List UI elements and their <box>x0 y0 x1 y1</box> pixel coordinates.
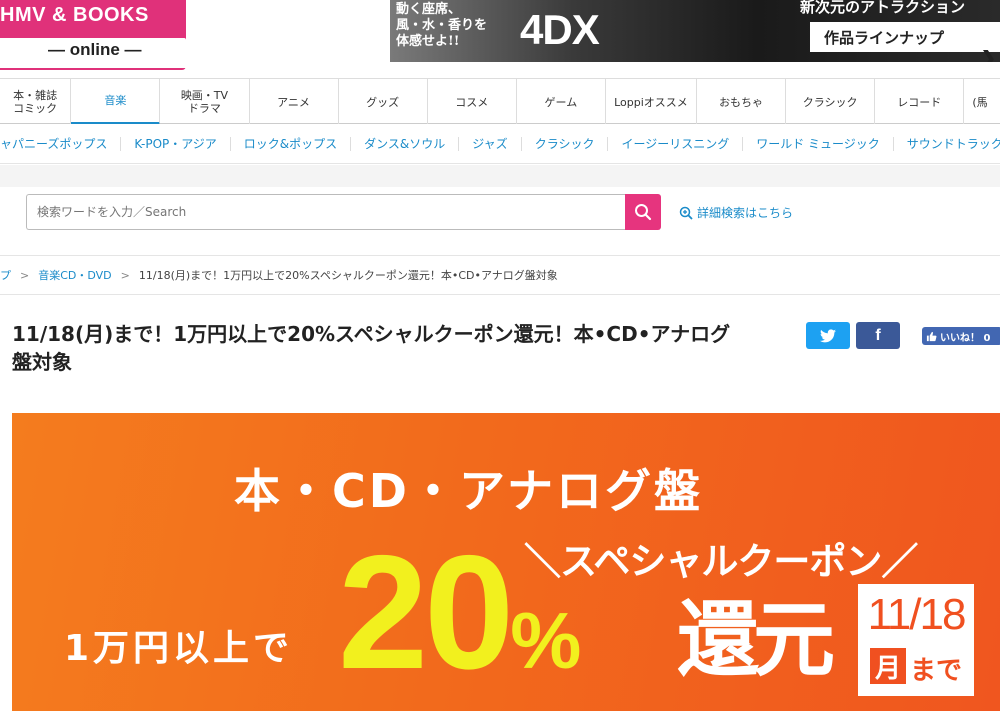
subnav-item-easy-listening[interactable]: イージーリスニング <box>608 136 744 151</box>
facebook-like-button[interactable]: いいね！ 0 <box>922 327 1000 345</box>
site-logo[interactable]: HMV & BOOKS — online — <box>0 0 186 70</box>
twitter-share-button[interactable] <box>806 322 850 349</box>
subnav-item-jpop[interactable]: ャパニーズポップス <box>0 136 122 151</box>
banner-date: 11/18 <box>867 590 967 639</box>
chevron-right-icon: ❯ <box>980 48 996 62</box>
subnav-item-soundtrack[interactable]: サウンドトラック <box>894 137 1000 151</box>
search-button[interactable] <box>625 194 661 230</box>
subnav-item-world[interactable]: ワールド ミュージック <box>743 136 894 151</box>
search-input[interactable] <box>26 194 625 230</box>
breadcrumb: プ > 音楽CD・DVD > 11/18(月)まで！1万円以上で20%スペシャル… <box>0 255 1000 295</box>
nav-label: ゲーム <box>544 95 578 109</box>
advanced-search-label: 詳細検索はこちら <box>697 206 794 220</box>
banner-until: まで <box>910 656 963 686</box>
ad-text-line3: 体感せよ!! <box>396 34 460 49</box>
breadcrumb-separator: > <box>120 268 130 282</box>
search-bar: 詳細検索はこちら <box>0 187 1000 237</box>
banner-weekday: 月 <box>870 648 906 684</box>
banner-percent: 20% <box>338 528 581 711</box>
twitter-icon <box>820 328 836 342</box>
search-icon <box>635 204 652 221</box>
banner-return-text: 還元 <box>677 593 835 688</box>
nav-item-classical[interactable]: クラシック <box>786 79 876 125</box>
nav-item-books[interactable]: 本・雑誌 コミック <box>0 79 72 125</box>
page-title: 11/18(月)まで！1万円以上で20%スペシャルクーポン還元！本•CD•アナロ… <box>12 322 731 374</box>
nav-item-music[interactable]: 音楽 <box>71 79 161 125</box>
nav-label: Loppiオススメ <box>614 95 688 109</box>
banner-percent-sign: % <box>510 596 581 685</box>
thumbs-up-icon <box>926 331 937 341</box>
subnav-item-jazz[interactable]: ジャズ <box>459 136 522 151</box>
ad-text-line2: 風・水・香りを <box>396 18 488 33</box>
section-divider <box>0 165 1000 187</box>
ad-text-line1: 動く座席、 <box>396 2 462 17</box>
facebook-icon: f <box>875 326 881 344</box>
nav-item-movies[interactable]: 映画・TV ドラマ <box>160 79 250 125</box>
breadcrumb-item-music[interactable]: 音楽CD・DVD <box>38 267 111 283</box>
subnav-item-rock[interactable]: ロック&ポップス <box>231 136 352 151</box>
subnav-item-kpop[interactable]: K-POP・アジア <box>121 136 231 151</box>
logo-text: HMV & BOOKS <box>0 4 149 26</box>
nav-label: レコード <box>897 95 942 109</box>
site-header: HMV & BOOKS — online — 動く座席、 風・水・香りを 体感せ… <box>0 0 1000 78</box>
nav-label: グッズ <box>366 95 400 109</box>
nav-item-goods[interactable]: グッズ <box>339 79 428 125</box>
zoom-in-icon <box>679 206 693 220</box>
ad-lineup-label: 作品ラインナップ <box>824 29 945 47</box>
logo-subtext: — online — <box>48 40 142 59</box>
like-label: いいね！ 0 <box>940 332 991 344</box>
ad-lineup-button[interactable]: 作品ラインナップ ❯ <box>810 22 1000 62</box>
nav-item-games[interactable]: ゲーム <box>517 79 606 125</box>
nav-item-toys[interactable]: おもちゃ <box>697 79 787 125</box>
nav-label: アニメ <box>277 95 310 109</box>
ad-brand: 4DX <box>520 6 600 53</box>
banner-percent-number: 20 <box>338 522 514 703</box>
nav-label: (馬 <box>972 95 988 109</box>
breadcrumb-separator: > <box>20 268 30 282</box>
breadcrumb-current: 11/18(月)まで！1万円以上で20%スペシャルクーポン還元！本•CD•アナロ… <box>138 269 558 282</box>
breadcrumb-item-top[interactable]: プ <box>0 267 11 283</box>
banner-heading: 本・CD・アナログ盤 <box>234 464 704 518</box>
campaign-banner[interactable]: 本・CD・アナログ盤 ＼スペシャルクーポン／ 1万円以上で 20% 還元 11/… <box>12 413 1000 711</box>
nav-item-loppi[interactable]: Loppiオススメ <box>606 79 698 125</box>
main-navigation: 本・雑誌 コミック 音楽 映画・TV ドラマ アニメ グッズ コスメ ゲーム L… <box>0 78 1000 125</box>
banner-coupon-label: ＼スペシャルクーポン／ <box>524 540 918 583</box>
nav-item-anime[interactable]: アニメ <box>250 79 339 125</box>
nav-label: おもちゃ <box>719 95 764 109</box>
nav-label: 映画・TV ドラマ <box>180 89 229 115</box>
banner-condition: 1万円以上で <box>64 628 294 669</box>
ad-tagline: 新次元のアトラクション <box>800 0 966 16</box>
nav-label: 音楽 <box>104 94 127 107</box>
banner-date-box: 11/18 月 まで <box>858 584 974 696</box>
facebook-share-button[interactable]: f <box>856 322 900 349</box>
nav-item-records[interactable]: レコード <box>875 79 965 125</box>
nav-label: クラシック <box>802 95 858 109</box>
subnav-item-dance[interactable]: ダンス&ソウル <box>351 136 460 151</box>
ad-banner-4dx[interactable]: 動く座席、 風・水・香りを 体感せよ!! 4DX 新次元のアトラクション 作品ラ… <box>390 0 1000 62</box>
nav-item-more[interactable]: (馬 <box>964 79 1000 125</box>
advanced-search-link[interactable]: 詳細検索はこちら <box>679 204 793 221</box>
subnav-item-classical[interactable]: クラシック <box>522 136 609 151</box>
nav-label: 本・雑誌 コミック <box>13 89 58 115</box>
music-subnavigation: ャパニーズポップス K-POP・アジア ロック&ポップス ダンス&ソウル ジャズ… <box>0 124 1000 164</box>
nav-item-cosme[interactable]: コスメ <box>428 79 517 125</box>
nav-label: コスメ <box>455 95 489 109</box>
